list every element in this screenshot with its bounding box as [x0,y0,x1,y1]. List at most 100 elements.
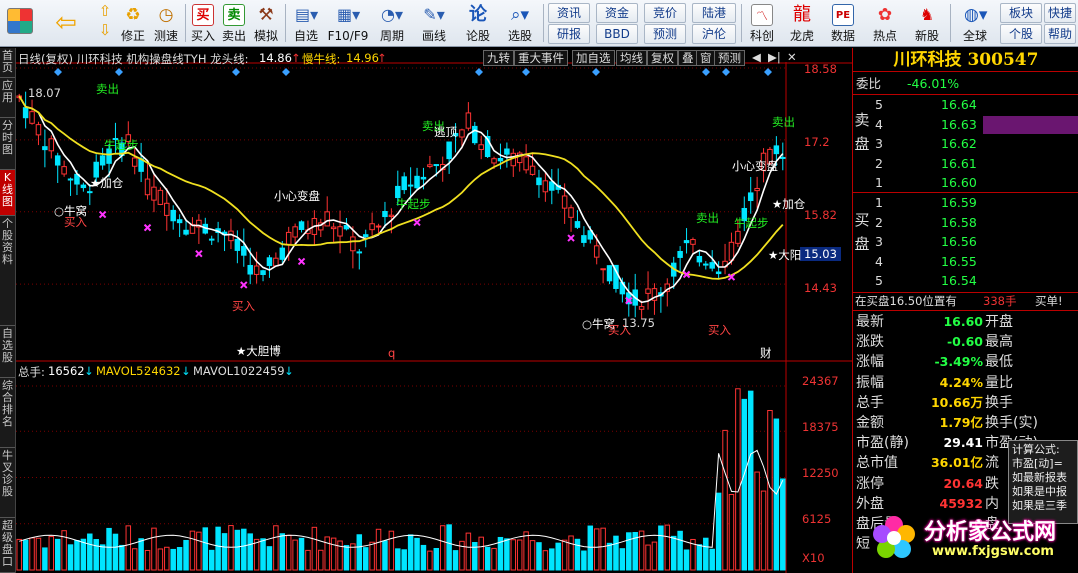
candle-body [414,175,420,189]
draw-line-button[interactable]: ✎▾ 画线 [414,0,454,46]
volume-bar [208,549,215,571]
buy-book-row[interactable]: 1 16.59 [853,194,1078,212]
stat-label: 总市值 [856,455,898,472]
funds-button[interactable]: 资金 [596,3,638,23]
data-button[interactable]: PE 数据 [824,0,862,46]
tab-home[interactable]: 首页 [0,48,15,78]
buy-button[interactable]: 买 买入 [188,0,218,46]
sector-button[interactable]: 板块 [1000,3,1042,23]
volume-tick: 6125 [802,512,832,526]
tooltip-line: 如果是中报 [1012,485,1067,498]
volume-bar [683,549,690,571]
add-watchlist-button[interactable]: 加自选 [572,50,615,66]
candle-body [80,184,87,189]
add-signal: ★加仓 [772,197,806,211]
tab-ranking[interactable]: 综合排名 [0,378,15,448]
tab-diagnosis[interactable]: 牛叉诊股 [0,448,15,518]
volume-bar [131,548,138,571]
dragon-tiger-button[interactable]: 龍 龙虎 [784,0,820,46]
buy-book-row[interactable]: 2 16.58 [853,214,1078,232]
last-icon[interactable]: ▶| [765,50,784,66]
volume-bar [472,542,478,571]
bbd-button[interactable]: BBD [596,24,638,44]
global-button[interactable]: ◍▾ 全球 [953,0,997,46]
volume-bar [196,531,202,571]
forecast-button[interactable]: 预测 [644,24,686,44]
speed-test-button[interactable]: ◷ 测速 [150,0,182,46]
candle-body [375,225,382,228]
fix-button[interactable]: ♻ 修正 [118,0,148,46]
close-icon[interactable]: ✕ [784,50,800,66]
menu-grid-button[interactable] [2,0,38,46]
sell-book-row[interactable]: 2 16.61 [853,155,1078,173]
dragon-tiger-icon: 龍 [793,4,811,25]
sell-book-row[interactable]: 4 16.63 [853,115,1078,134]
ma-button[interactable]: 均线 [616,50,647,66]
major-events-button[interactable]: 重大事件 [514,50,568,66]
shortcut-button[interactable]: 快捷 [1044,3,1076,23]
sci-tech-button[interactable]: 〽 科创 [744,0,780,46]
tab-stock-info[interactable]: 个股资料 [0,216,15,326]
buy-book-row[interactable]: 5 16.54 [853,272,1078,290]
watchlist-button[interactable]: ▤▾ 自选 [288,0,324,46]
sell-button[interactable]: 卖 卖出 [219,0,249,46]
volume-bar [516,539,523,571]
volume-bar [151,527,157,571]
volume-bar [529,540,536,571]
stock-picker-button[interactable]: ⌕▾ 选股 [500,0,540,46]
sell-book-row[interactable]: 5 16.64 [853,96,1078,114]
candle-body [690,239,696,245]
hot-button[interactable]: ✿ 热点 [866,0,904,46]
nine-turn-button[interactable]: 九转 [483,50,514,66]
buy-book-row[interactable]: 3 16.56 [853,233,1078,251]
f10-button[interactable]: ▦▾ F10/F9 [326,0,370,46]
main-toolbar: ⇦ ⇧ ⇩ ♻ 修正 ◷ 测速 买 买入 卖 卖出 ⚒ 模拟 ▤▾ 自选 ▦▾ … [0,0,1078,47]
single-stock-button[interactable]: 个股 [1000,24,1042,44]
stat-right-label: 换手 [985,394,1013,411]
volume-bar [395,548,401,571]
shanghai-london-button[interactable]: 沪伦 [692,24,736,44]
forecast-chart-button[interactable]: 预测 [714,50,745,66]
research-button[interactable]: 研报 [548,24,590,44]
stat-label: 最新 [856,314,884,330]
tab-apps[interactable]: 应用 [0,78,15,118]
warning-x-icon [567,234,575,242]
help-button[interactable]: 帮助 [1044,24,1076,44]
window-button[interactable]: 窗 [696,50,716,66]
volume-bar [260,538,266,571]
tab-kline[interactable]: K线图 [0,170,15,216]
warning-x-icon [143,223,152,232]
tab-super-book[interactable]: 超级盘口 [0,518,15,573]
buy-book-row[interactable]: 4 16.55 [853,253,1078,271]
adjust-button[interactable]: 复权 [647,50,678,66]
candle-body [241,246,247,256]
candle-body [677,250,683,258]
news-button[interactable]: 资讯 [548,3,590,23]
volume-bar [74,540,80,571]
volume-bar [298,537,305,571]
volume-bar [703,537,709,571]
new-stock-button[interactable]: ♞ 新股 [908,0,946,46]
volume-bar [42,547,48,571]
big-yang-signal: ★大阳 [768,248,802,262]
hk-connect-button[interactable]: 陆港 [692,3,736,23]
watermark: 分析家公式网 www.fxjgsw.com [866,508,1078,568]
overlay-button[interactable]: 叠 [678,50,698,66]
page-down-button[interactable]: ⇩ [90,21,120,44]
back-button[interactable]: ⇦ [46,0,86,46]
auction-button[interactable]: 竞价 [644,3,686,23]
candle-body [151,186,157,201]
tab-watchlist[interactable]: 自选股 [0,326,15,378]
tab-intraday[interactable]: 分时图 [0,118,15,170]
sell-book-row[interactable]: 1 16.60 [853,174,1078,192]
candle-body [350,236,356,252]
candle-body [568,207,574,218]
sell-book-row[interactable]: 3 16.62 [853,135,1078,153]
kline-chart-area[interactable]: 日线(复权) 川环科技 机构操盘线TYH 龙头线: 14.86 ↑ 慢牛线: 1… [16,48,852,573]
period-button[interactable]: ◔▾ 周期 [372,0,412,46]
prev-icon[interactable]: ◀ [749,50,764,66]
candle-body [638,306,645,310]
simulate-button[interactable]: ⚒ 模拟 [250,0,282,46]
discuss-button[interactable]: 论 论股 [458,0,498,46]
volume-bar [292,539,298,571]
